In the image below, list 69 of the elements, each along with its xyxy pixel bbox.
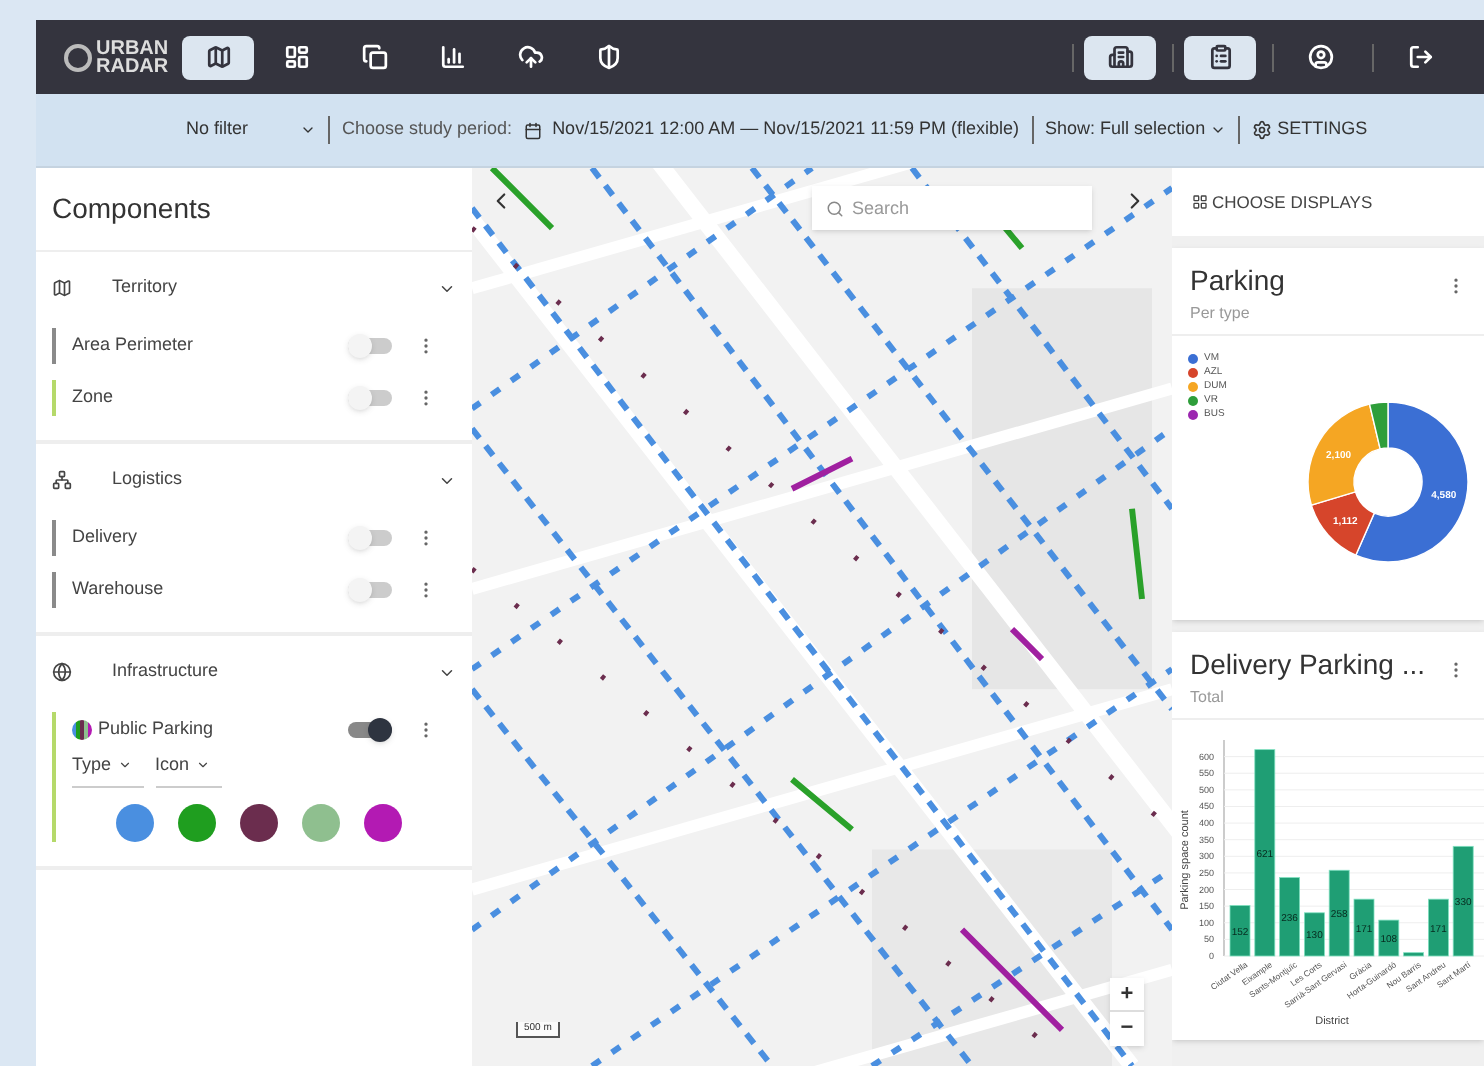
toggle-switch[interactable] (348, 718, 392, 742)
period-label: Choose study period: (342, 116, 513, 143)
map-icon (205, 44, 232, 70)
building-icon (1107, 44, 1133, 70)
cloud-upload-icon (517, 44, 544, 70)
calendar-icon (524, 121, 543, 139)
card-title: Delivery Parking ... (1190, 646, 1425, 684)
card-title: Parking (1190, 262, 1285, 300)
card-subtitle: Total (1190, 686, 1226, 710)
toggle-switch[interactable] (348, 386, 392, 410)
shield-icon (595, 44, 622, 70)
map-icon (52, 278, 72, 298)
layer-name: Zone (72, 384, 116, 411)
nav-tab[interactable] (1084, 35, 1156, 79)
show-dropdown[interactable]: Show: Full selection (1045, 116, 1226, 144)
nav-tab[interactable] (182, 35, 255, 79)
bar (1378, 919, 1400, 957)
bar (1229, 905, 1251, 957)
grid-icon (1192, 194, 1208, 210)
section-header[interactable]: Logistics (36, 444, 472, 516)
caret-icon (117, 758, 132, 773)
layer-name: Delivery (72, 524, 140, 551)
bar-chart-icon (439, 44, 466, 70)
bar (1353, 898, 1375, 957)
color-swatch[interactable] (116, 803, 154, 841)
clipboard-icon (1207, 44, 1233, 70)
filter-select[interactable]: Type (72, 752, 144, 787)
zoom-in-button[interactable]: + (1110, 978, 1144, 1012)
toggle-switch[interactable] (348, 526, 392, 550)
settings-icon (1251, 120, 1272, 140)
grid-icon (283, 44, 310, 70)
choose-displays-button[interactable]: CHOOSE DISPLAYS (1172, 168, 1484, 236)
caret-icon (1209, 122, 1226, 138)
card-subtitle: Per type (1190, 302, 1252, 326)
globe-icon (52, 662, 72, 682)
nav-tab[interactable] (1184, 35, 1256, 79)
logo: URBAN RADAR (64, 39, 169, 75)
search-icon (826, 200, 844, 218)
layer-name: Area Perimeter (72, 332, 196, 359)
bar (1304, 912, 1325, 957)
settings-button[interactable]: SETTINGS (1251, 116, 1368, 144)
date-range-picker[interactable]: Nov/15/2021 12:00 AM — Nov/15/2021 11:59 PM (flexible) (524, 116, 1020, 144)
zoom-out-button[interactable]: − (1110, 1012, 1144, 1046)
filter-dropdown[interactable]: No filter (136, 116, 316, 144)
caret-icon (195, 758, 210, 773)
bar (1279, 877, 1300, 957)
bar (1328, 869, 1350, 957)
filter-select[interactable]: Icon (155, 752, 222, 787)
bar (1452, 845, 1474, 957)
color-swatch[interactable] (364, 803, 402, 841)
caret-icon (300, 122, 316, 138)
layer-name: Public Parking (98, 716, 216, 743)
pages-icon (361, 44, 388, 70)
section-header[interactable]: Territory (36, 252, 472, 324)
layer-legend-icon (72, 720, 92, 740)
color-swatch[interactable] (240, 803, 278, 841)
color-swatch[interactable] (178, 803, 216, 841)
toggle-switch[interactable] (348, 578, 392, 602)
layer-name: Warehouse (72, 576, 166, 603)
bar (1428, 898, 1449, 957)
panel-title: Components (52, 190, 211, 228)
logout-icon (1407, 44, 1433, 70)
bar (1403, 952, 1424, 957)
color-swatch[interactable] (302, 803, 340, 841)
toggle-switch[interactable] (348, 334, 392, 358)
search-field[interactable]: Search (812, 186, 1092, 230)
network-icon (52, 470, 72, 490)
section-header[interactable]: Infrastructure (36, 636, 472, 708)
user-icon (1307, 44, 1333, 70)
